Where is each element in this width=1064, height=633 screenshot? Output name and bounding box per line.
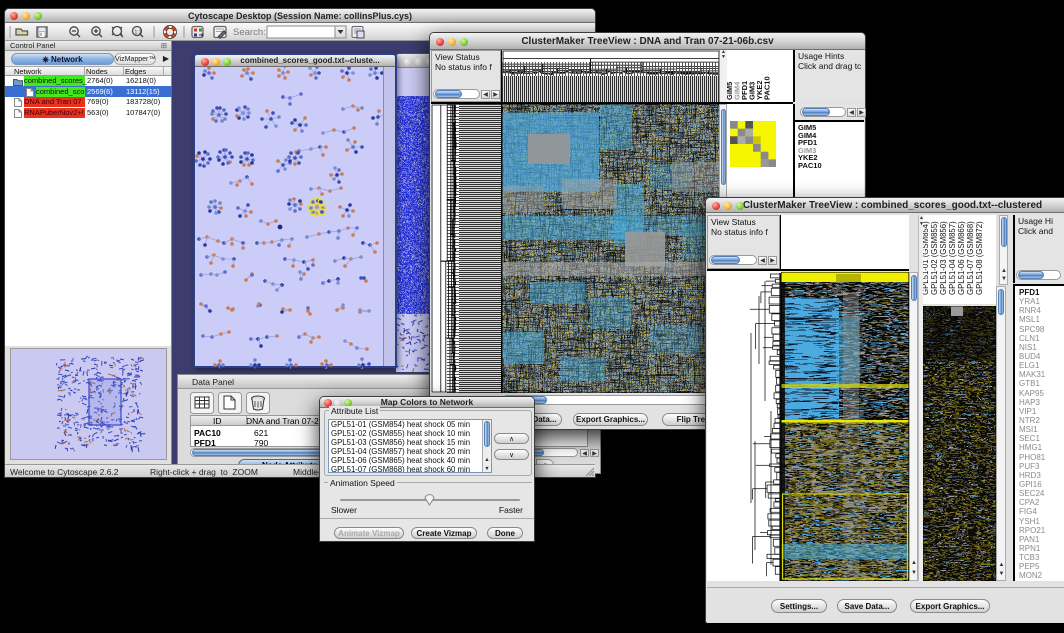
svg-text:GPL51-07 (GSM868): GPL51-07 (GSM868) [966,221,975,295]
svg-text:1:1: 1:1 [135,30,142,36]
svg-text:GPL51-01 (GSM854): GPL51-01 (GSM854) [923,221,930,295]
svg-text:GPL51-06 (GSM865): GPL51-06 (GSM865) [957,221,966,295]
svg-text:PAC10: PAC10 [763,76,772,100]
svg-text:Search:: Search: [233,27,266,38]
svg-text:GPL51-08 (GSM872): GPL51-08 (GSM872) [975,221,984,295]
svg-text:GPL51-03 (GSM856): GPL51-03 (GSM856) [939,221,948,295]
svg-text:GPL51-04 (GSM857): GPL51-04 (GSM857) [948,221,957,295]
svg-text:GPL51-02 (GSM855): GPL51-02 (GSM855) [930,221,939,295]
